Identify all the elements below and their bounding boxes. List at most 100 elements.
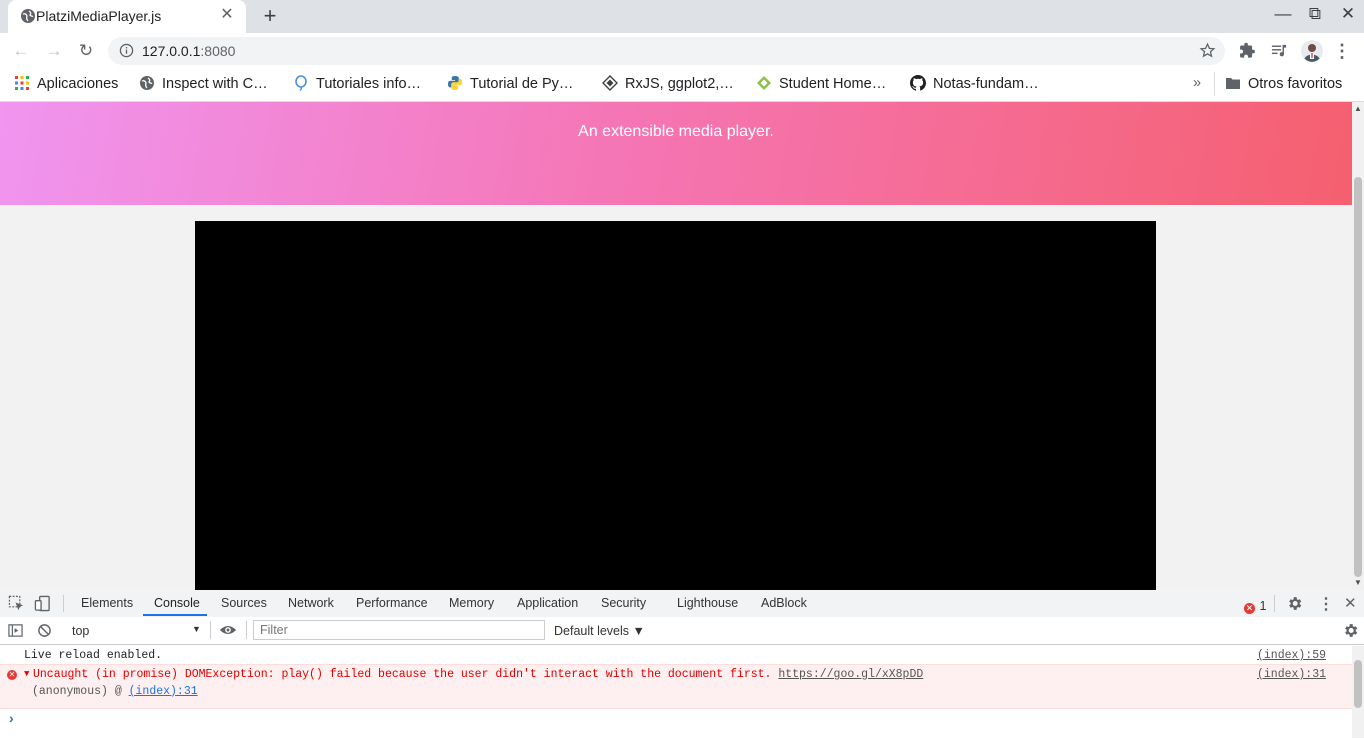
console-prompt[interactable]: › (9, 710, 14, 726)
error-text: Uncaught (in promise) DOMException: play… (33, 668, 923, 681)
error-help-link[interactable]: https://goo.gl/xX8pDD (778, 668, 923, 681)
page-viewport: An extensible media player. (0, 102, 1352, 590)
log-source-link[interactable]: (index):59 (1257, 649, 1326, 662)
scroll-up-arrow[interactable]: ▲ (1354, 104, 1362, 113)
bookmarks-overflow-button[interactable]: » (1193, 75, 1201, 91)
url-host: 127.0.0.1 (142, 43, 201, 59)
minimize-button[interactable]: — (1268, 4, 1298, 24)
bookmark-notas[interactable]: Notas-fundam… (910, 75, 1039, 92)
browser-menu-icon[interactable]: ⋮ (1333, 41, 1351, 62)
leaf-icon (756, 75, 772, 91)
active-tab-indicator (143, 614, 207, 616)
page-tagline: An extensible media player. (578, 123, 774, 140)
toolbar-divider (210, 621, 211, 639)
devtools-menu-icon[interactable]: ⋮ (1318, 594, 1334, 614)
tab-lighthouse[interactable]: Lighthouse (677, 596, 738, 610)
stack-frame: (anonymous) @ (index):31 (32, 685, 198, 698)
bookmark-student-home[interactable]: Student Home… (756, 75, 886, 92)
eye-icon[interactable] (219, 622, 237, 638)
console-message-log: Live reload enabled. (index):59 (0, 646, 1352, 666)
bookmark-label: Inspect with C… (162, 76, 268, 92)
tab-performance[interactable]: Performance (356, 596, 428, 610)
tab-elements[interactable]: Elements (81, 596, 133, 610)
bookmark-label: Notas-fundam… (933, 76, 1039, 92)
bookmark-aplicaciones[interactable]: Aplicaciones (14, 75, 118, 92)
bookmark-python[interactable]: Tutorial de Py… (447, 75, 573, 92)
tab-application[interactable]: Application (517, 596, 578, 610)
stack-prefix: (anonymous) @ (32, 685, 122, 698)
media-control-icon[interactable] (1270, 42, 1288, 59)
bookmark-label: RxJS, ggplot2,… (625, 76, 734, 92)
scroll-down-arrow[interactable]: ▼ (1354, 578, 1362, 587)
extensions-icon[interactable] (1239, 42, 1256, 59)
bookmark-inspect[interactable]: Inspect with C… (139, 75, 268, 92)
page-scrollbar-thumb[interactable] (1354, 177, 1362, 577)
tab-network[interactable]: Network (288, 596, 334, 610)
new-tab-button[interactable]: + (259, 3, 281, 29)
apps-grid-icon (14, 75, 30, 91)
bookmark-label: Aplicaciones (37, 76, 119, 92)
bookmarks-divider (1214, 72, 1215, 96)
tab-sources[interactable]: Sources (221, 596, 267, 610)
url-text[interactable]: 127.0.0.1:8080 (142, 43, 235, 59)
globe-icon (20, 8, 36, 24)
tab-close-button[interactable]: ✕ (218, 6, 236, 24)
python-icon (447, 75, 463, 91)
error-icon: ✕ (7, 670, 17, 680)
tab-memory[interactable]: Memory (449, 596, 494, 610)
github-icon (910, 75, 926, 91)
error-source-link[interactable]: (index):31 (1257, 668, 1326, 681)
globe-icon (139, 75, 155, 91)
tab-adblock[interactable]: AdBlock (761, 596, 807, 610)
error-message: Uncaught (in promise) DOMException: play… (33, 668, 772, 681)
chevron-down-icon: ▼ (192, 624, 201, 634)
console-scrollbar-thumb[interactable] (1354, 660, 1362, 708)
tab-security[interactable]: Security (601, 596, 646, 610)
video-player[interactable] (195, 221, 1156, 590)
console-settings-icon[interactable] (1342, 622, 1359, 639)
console-filter-input[interactable] (253, 620, 545, 640)
bookmark-label: Student Home… (779, 76, 887, 92)
stack-link[interactable]: (index):31 (129, 685, 198, 698)
clear-console-icon[interactable] (37, 623, 52, 638)
settings-gear-icon[interactable] (1286, 595, 1304, 613)
toolbar-divider (246, 621, 247, 639)
devtools-divider (1274, 595, 1275, 612)
tab-title: PlatziMediaPlayer.js (36, 8, 162, 24)
inspect-element-icon[interactable] (8, 595, 26, 613)
log-text: Live reload enabled. (24, 649, 163, 662)
console-message-error: ✕ ▼ Uncaught (in promise) DOMException: … (0, 664, 1352, 709)
balloon-icon (293, 75, 309, 92)
address-bar[interactable] (108, 37, 1225, 65)
context-selector[interactable]: top ▼ (64, 620, 208, 640)
bookmark-rxjs[interactable]: RxJS, ggplot2,… (602, 75, 734, 92)
devtools-divider (63, 595, 64, 612)
reload-button[interactable]: ↻ (75, 40, 97, 62)
log-levels-dropdown[interactable]: Default levels ▼ (554, 624, 645, 638)
devtools-close-icon[interactable]: ✕ (1344, 594, 1357, 612)
error-icon: ✕ (1244, 603, 1255, 614)
tab-console[interactable]: Console (154, 596, 200, 610)
bookmark-other-favorites[interactable]: Otros favoritos (1225, 75, 1342, 92)
expand-triangle-icon[interactable]: ▼ (24, 669, 29, 679)
close-window-button[interactable]: ✕ (1333, 4, 1363, 24)
avatar[interactable] (1301, 40, 1323, 62)
error-count: 1 (1259, 599, 1267, 613)
forward-button[interactable]: → (43, 40, 65, 62)
bookmark-label: Otros favoritos (1248, 76, 1343, 92)
bookmark-tutoriales[interactable]: Tutoriales info… (293, 75, 421, 92)
bookmark-label: Tutorial de Py… (470, 76, 574, 92)
context-value: top (72, 624, 90, 638)
error-count-badge[interactable]: ✕ 1 (1244, 597, 1266, 615)
maximize-button[interactable]: ⧉ (1300, 4, 1330, 24)
folder-icon (1225, 75, 1241, 91)
console-sidebar-icon[interactable] (8, 623, 23, 638)
device-toolbar-icon[interactable] (34, 595, 52, 613)
back-button[interactable]: ← (10, 40, 32, 62)
star-icon[interactable] (1199, 42, 1216, 59)
diamond-icon (602, 75, 618, 91)
bookmark-label: Tutoriales info… (316, 76, 422, 92)
info-icon[interactable] (119, 43, 134, 58)
url-port: :8080 (200, 43, 236, 59)
hero-header: An extensible media player. (0, 102, 1352, 205)
